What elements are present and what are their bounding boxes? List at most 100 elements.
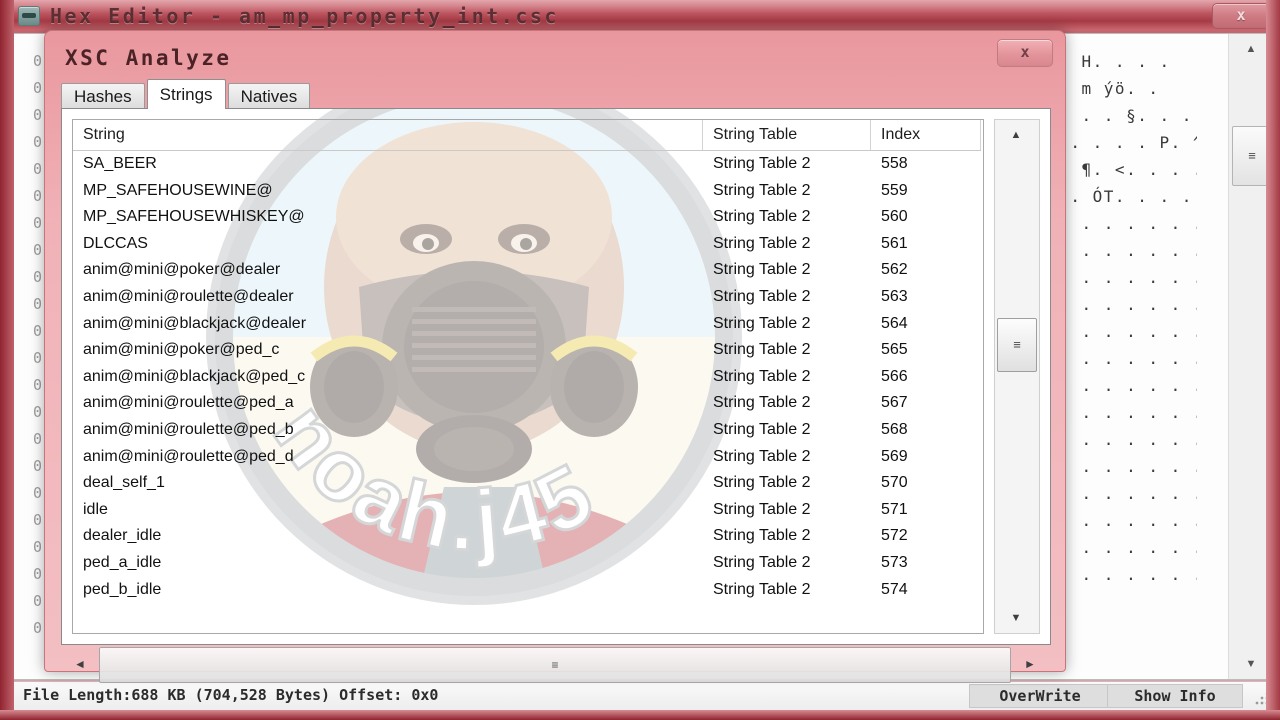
table-row[interactable]: anim@mini@roulette@ped_b String Table 2 56… — [73, 417, 981, 444]
cell-string-table: String Table 2 — [713, 500, 811, 518]
table-row[interactable]: SA_BEER String Table 2 558 — [73, 151, 981, 178]
table-row[interactable]: idle String Table 2 571 — [73, 497, 981, 524]
cell-string: anim@mini@roulette@ped_b — [83, 420, 294, 438]
cell-string: ped_a_idle — [83, 553, 162, 571]
cell-index: 572 — [881, 527, 908, 545]
hex-editor-icon — [18, 6, 40, 26]
cell-string: DLCCAS — [83, 234, 148, 252]
listview-vertical-scrollbar[interactable]: ▲ ≡ ▼ — [994, 119, 1040, 634]
cell-string: dealer_idle — [83, 527, 162, 545]
table-row[interactable]: MP_SAFEHOUSEWINE@ String Table 2 559 — [73, 178, 981, 205]
cell-string-table: String Table 2 — [713, 420, 811, 438]
tab-strings[interactable]: Strings — [146, 79, 226, 109]
cell-string: anim@mini@blackjack@dealer — [83, 314, 307, 332]
cell-index: 564 — [881, 314, 908, 332]
status-file-info: File Length:688 KB (704,528 Bytes) Offse… — [23, 686, 439, 704]
cell-index: 565 — [881, 341, 908, 359]
cell-index: 562 — [881, 261, 908, 279]
table-row[interactable]: dealer_idle String Table 2 572 — [73, 523, 981, 550]
window-frame-left — [0, 0, 14, 720]
hscroll-track[interactable]: ≡ — [99, 647, 1011, 683]
cell-string: MP_SAFEHOUSEWINE@ — [83, 181, 273, 199]
cell-string-table: String Table 2 — [713, 208, 811, 226]
cell-string-table: String Table 2 — [713, 261, 811, 279]
cell-string-table: String Table 2 — [713, 527, 811, 545]
cell-index: 560 — [881, 208, 908, 226]
list-scroll-left-icon[interactable]: ◄ — [65, 649, 95, 679]
listview-header: String String Table Index — [73, 120, 981, 151]
cell-index: 571 — [881, 500, 908, 518]
tab-strip: Hashes Strings Natives — [61, 79, 1049, 109]
hex-editor-titlebar[interactable]: Hex Editor - am_mp_property_int.csc x — [0, 0, 1280, 30]
cell-string-table: String Table 2 — [713, 287, 811, 305]
cell-string-table: String Table 2 — [713, 155, 811, 172]
cell-index: 574 — [881, 580, 908, 598]
table-row[interactable]: anim@mini@roulette@ped_a String Table 2 56… — [73, 390, 981, 417]
column-header-string-table[interactable]: String Table — [703, 120, 871, 150]
hex-editor-title: Hex Editor - am_mp_property_int.csc — [50, 4, 559, 28]
status-overwrite-mode[interactable]: OverWrite — [969, 684, 1111, 708]
cell-string: anim@mini@roulette@ped_a — [83, 394, 294, 412]
table-row[interactable]: MP_SAFEHOUSEWHISKEY@ String Table 2 560 — [73, 204, 981, 231]
list-scroll-down-icon[interactable]: ▼ — [995, 605, 1037, 631]
cell-index: 563 — [881, 287, 908, 305]
table-row[interactable]: anim@mini@poker@dealer String Table 2 562 — [73, 257, 981, 284]
listview-rows: SA_BEER String Table 2 558 MP_SAFEHOUSEWINE… — [73, 151, 981, 631]
cell-string: ped_b_idle — [83, 580, 162, 598]
cell-string-table: String Table 2 — [713, 341, 811, 359]
table-row[interactable]: ped_b_idle String Table 2 574 — [73, 577, 981, 604]
table-row[interactable]: anim@mini@blackjack@ped_c String Table 2 5… — [73, 364, 981, 391]
window-frame-bottom — [0, 710, 1280, 720]
tab-hashes[interactable]: Hashes — [61, 83, 145, 109]
strings-listview[interactable]: String String Table Index SA_BEER String … — [72, 119, 984, 634]
cell-index: 559 — [881, 181, 908, 199]
xsc-analyze-dialog: XSC Analyze x Hashes Strings Natives noa… — [44, 30, 1066, 683]
cell-index: 561 — [881, 234, 908, 252]
window-frame-right — [1266, 0, 1280, 720]
dialog-close-button[interactable]: x — [997, 39, 1053, 67]
table-row[interactable]: ped_a_idle String Table 2 573 — [73, 550, 981, 577]
dialog-title: XSC Analyze — [65, 46, 232, 70]
cell-string: anim@mini@blackjack@ped_c — [83, 367, 306, 385]
cell-string: anim@mini@poker@ped_c — [83, 341, 280, 359]
table-row[interactable]: anim@mini@roulette@dealer String Table 2 5… — [73, 284, 981, 311]
hex-editor-close-button[interactable]: x — [1212, 3, 1270, 29]
list-scrollbar-thumb[interactable]: ≡ — [997, 318, 1037, 372]
table-row[interactable]: anim@mini@poker@ped_c String Table 2 565 — [73, 337, 981, 364]
cell-string: anim@mini@roulette@ped_d — [83, 447, 294, 465]
cell-string-table: String Table 2 — [713, 447, 811, 465]
cell-index: 567 — [881, 394, 908, 412]
column-header-index[interactable]: Index — [871, 120, 981, 150]
cell-string-table: String Table 2 — [713, 394, 811, 412]
hscroll-thumb[interactable]: ≡ — [99, 647, 1011, 683]
cell-string: idle — [83, 500, 108, 518]
table-row[interactable]: DLCCAS String Table 2 561 — [73, 231, 981, 258]
cell-string-table: String Table 2 — [713, 314, 811, 332]
cell-string-table: String Table 2 — [713, 580, 811, 598]
tab-natives[interactable]: Natives — [227, 83, 311, 109]
status-show-info-button[interactable]: Show Info — [1107, 684, 1243, 708]
cell-string: anim@mini@poker@dealer — [83, 261, 281, 279]
list-scroll-up-icon[interactable]: ▲ — [995, 122, 1037, 148]
cell-index: 570 — [881, 474, 908, 492]
list-scroll-right-icon[interactable]: ► — [1015, 649, 1045, 679]
table-row[interactable]: deal_self_1 String Table 2 570 — [73, 470, 981, 497]
cell-string: anim@mini@roulette@dealer — [83, 287, 294, 305]
cell-string: deal_self_1 — [83, 474, 165, 492]
cell-index: 558 — [881, 155, 908, 172]
table-row[interactable]: anim@mini@blackjack@dealer String Table 2… — [73, 311, 981, 338]
cell-string-table: String Table 2 — [713, 553, 811, 571]
strings-list-panel: noah.j45 String String Table Index SA_BE… — [61, 108, 1051, 645]
cell-index: 566 — [881, 367, 908, 385]
listview-horizontal-scrollbar[interactable]: ◄ ≡ ► — [61, 643, 1049, 685]
table-row[interactable]: anim@mini@roulette@ped_d String Table 2 56… — [73, 444, 981, 471]
cell-index: 569 — [881, 447, 908, 465]
cell-string-table: String Table 2 — [713, 181, 811, 199]
cell-string-table: String Table 2 — [713, 234, 811, 252]
screen: Hex Editor - am_mp_property_int.csc x 00… — [0, 0, 1280, 720]
cell-index: 568 — [881, 420, 908, 438]
cell-index: 573 — [881, 553, 908, 571]
cell-string-table: String Table 2 — [713, 474, 811, 492]
cell-string: SA_BEER — [83, 155, 157, 172]
column-header-string[interactable]: String — [73, 120, 703, 150]
